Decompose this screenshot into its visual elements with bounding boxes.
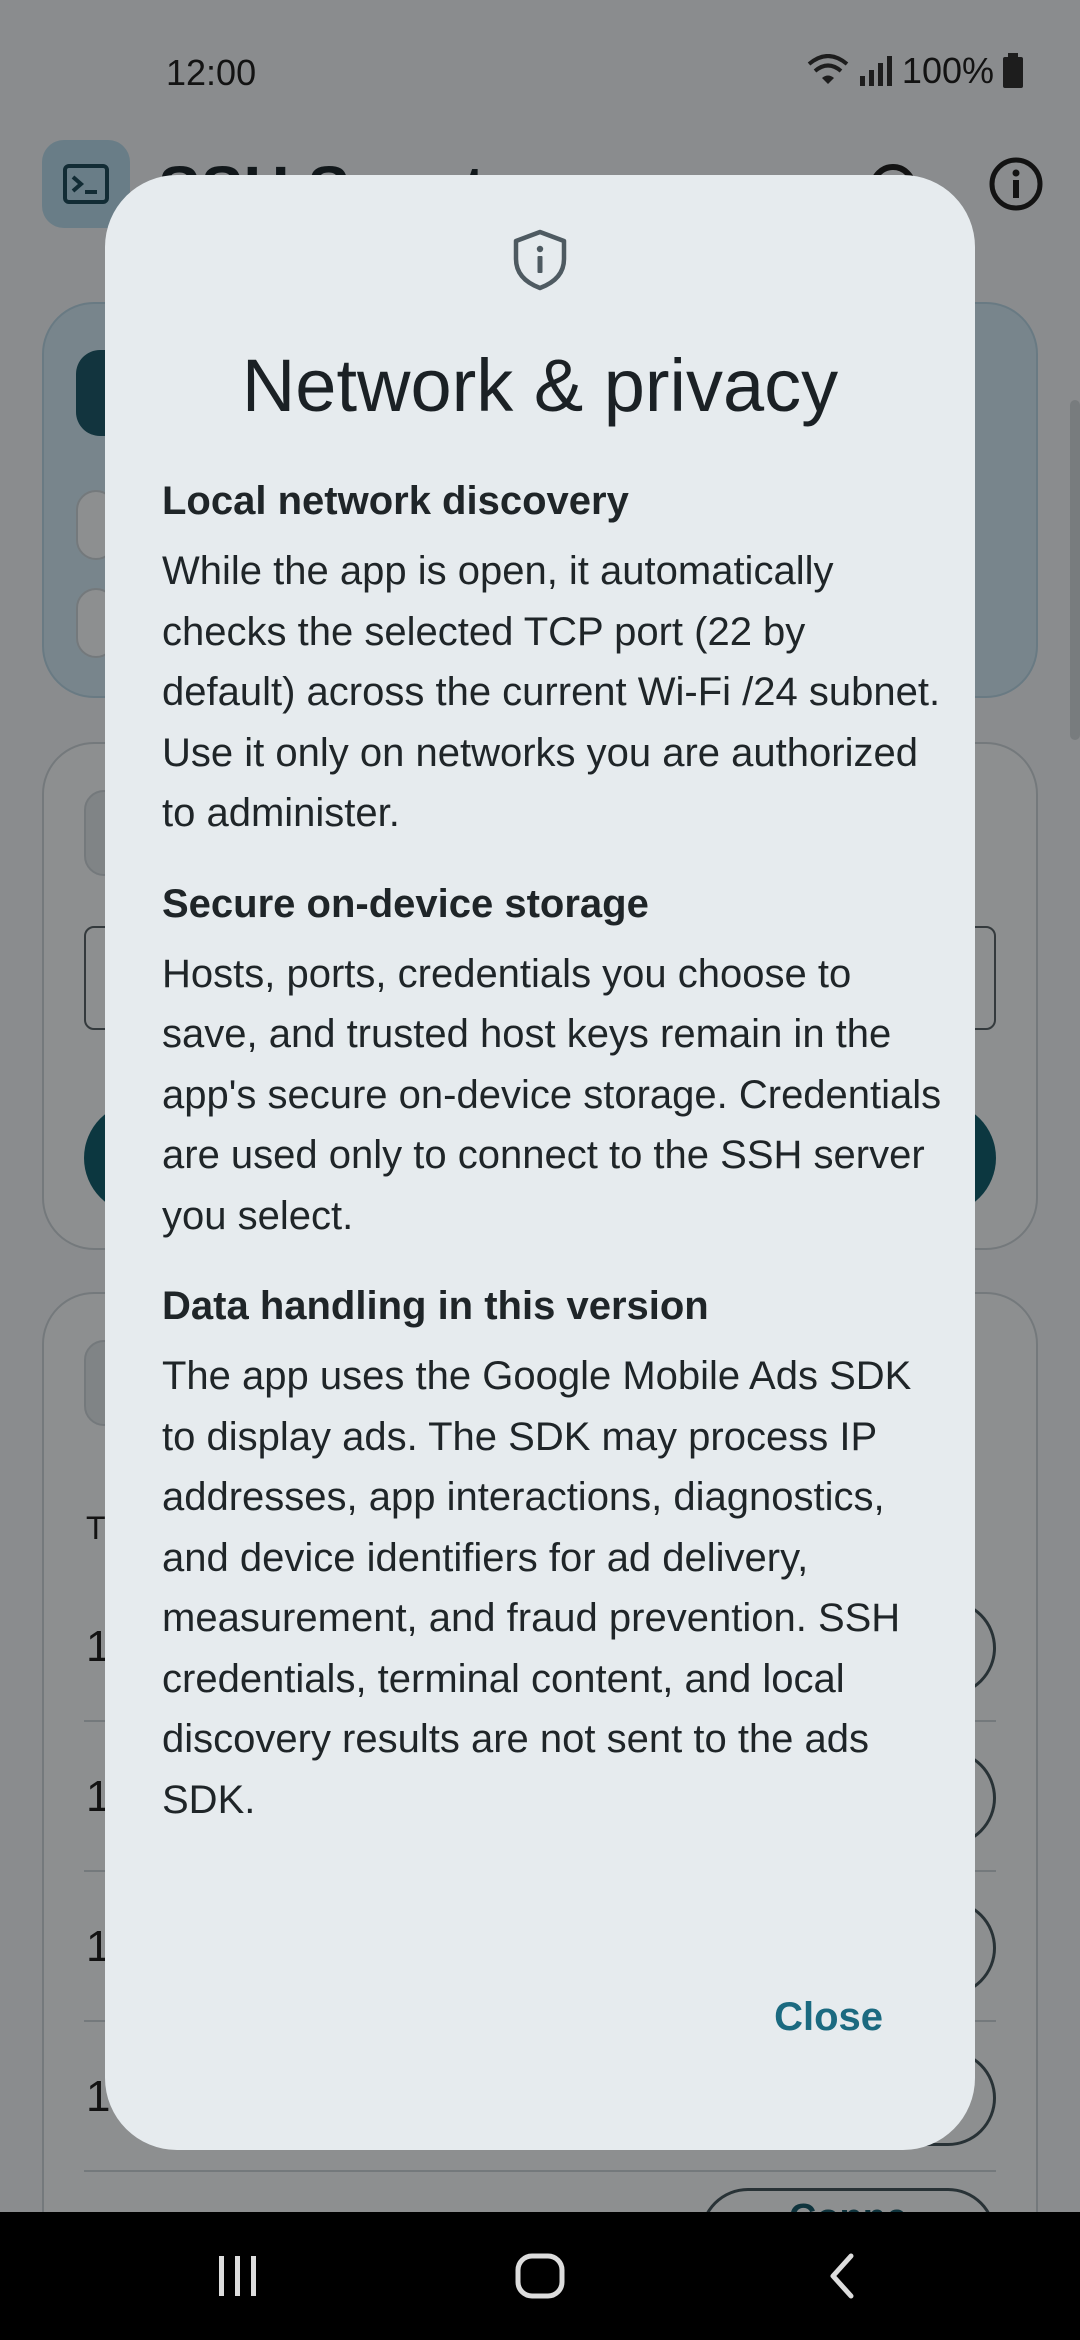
section-heading: Local network discovery [162, 479, 629, 523]
section-secure-storage: Secure on-device storage Hosts, ports, c… [162, 878, 942, 1247]
navigation-bar [0, 2212, 1080, 2340]
privacy-dialog: Network & privacy Local network discover… [105, 175, 975, 2150]
dialog-actions: Close [105, 1985, 975, 2085]
shield-info-icon [510, 227, 570, 293]
section-local-discovery: Local network discovery While the app is… [162, 475, 942, 844]
close-button[interactable]: Close [774, 1995, 883, 2040]
section-body: The app uses the Google Mobile Ads SDK t… [162, 1354, 912, 1822]
section-data-handling: Data handling in this version The app us… [162, 1280, 942, 1830]
section-body: While the app is open, it automatically … [162, 549, 941, 835]
section-heading: Data handling in this version [162, 1284, 709, 1328]
back-icon[interactable] [782, 2240, 902, 2312]
dialog-title: Network & privacy [241, 344, 839, 427]
recents-icon[interactable] [178, 2240, 298, 2312]
section-heading: Secure on-device storage [162, 881, 649, 926]
section-body: Hosts, ports, credentials you choose to … [162, 951, 942, 1238]
dialog-scroll-content[interactable]: Local network discovery While the app is… [162, 475, 942, 2073]
home-icon[interactable] [480, 2240, 600, 2312]
